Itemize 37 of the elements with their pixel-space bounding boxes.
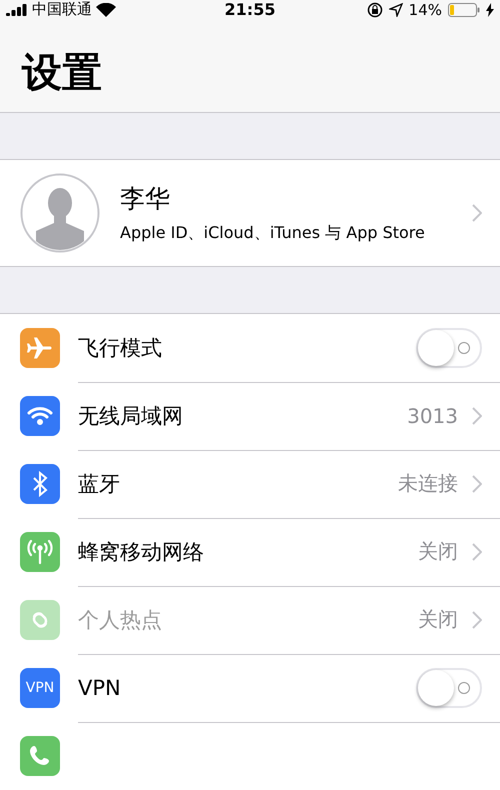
profile-name: 李华 (120, 183, 171, 215)
profile-row[interactable]: 李华 Apple ID、iCloud、iTunes 与 App Store (0, 159, 500, 267)
vpn-icon: VPN (20, 668, 60, 708)
setting-label: 飞行模式 (78, 334, 163, 362)
toggle-switch[interactable] (416, 668, 482, 708)
antenna-icon (20, 532, 60, 572)
phone-icon (20, 736, 60, 776)
chevron-icon (472, 204, 482, 222)
profile-subtitle: Apple ID、iCloud、iTunes 与 App Store (120, 223, 426, 244)
chevron-icon (472, 542, 482, 560)
toggle-switch[interactable] (416, 328, 482, 368)
setting-label: 个人热点 (78, 606, 163, 634)
wifi-icon (20, 396, 60, 436)
battery-percent: 14% (408, 0, 442, 19)
signal-icon (6, 4, 28, 16)
carrier-name: 中国联通 (32, 0, 92, 20)
wifi-icon (96, 2, 116, 17)
setting-label: 蜂窝移动网络 (78, 538, 205, 566)
setting-value: 关闭 (418, 606, 458, 633)
clock: 21:55 (224, 0, 276, 20)
setting-value: 3013 (407, 404, 458, 428)
airplane-icon (20, 328, 60, 368)
setting-label: 无线局域网 (78, 402, 184, 430)
chevron-icon (472, 406, 482, 424)
battery-icon (448, 2, 480, 17)
charging-bolt-icon (486, 2, 494, 17)
location-arrow-icon (388, 2, 403, 17)
setting-value: 未连接 (398, 470, 458, 497)
rotation-lock-icon (366, 2, 383, 18)
bluetooth-icon (20, 464, 60, 504)
setting-label: 蓝牙 (78, 470, 121, 498)
chevron-icon (472, 474, 482, 492)
setting-label: VPN (78, 676, 122, 700)
page-title: 设置 (22, 49, 102, 98)
chevron-icon (472, 610, 482, 628)
setting-value: 关闭 (418, 538, 458, 565)
avatar-icon (20, 173, 100, 253)
